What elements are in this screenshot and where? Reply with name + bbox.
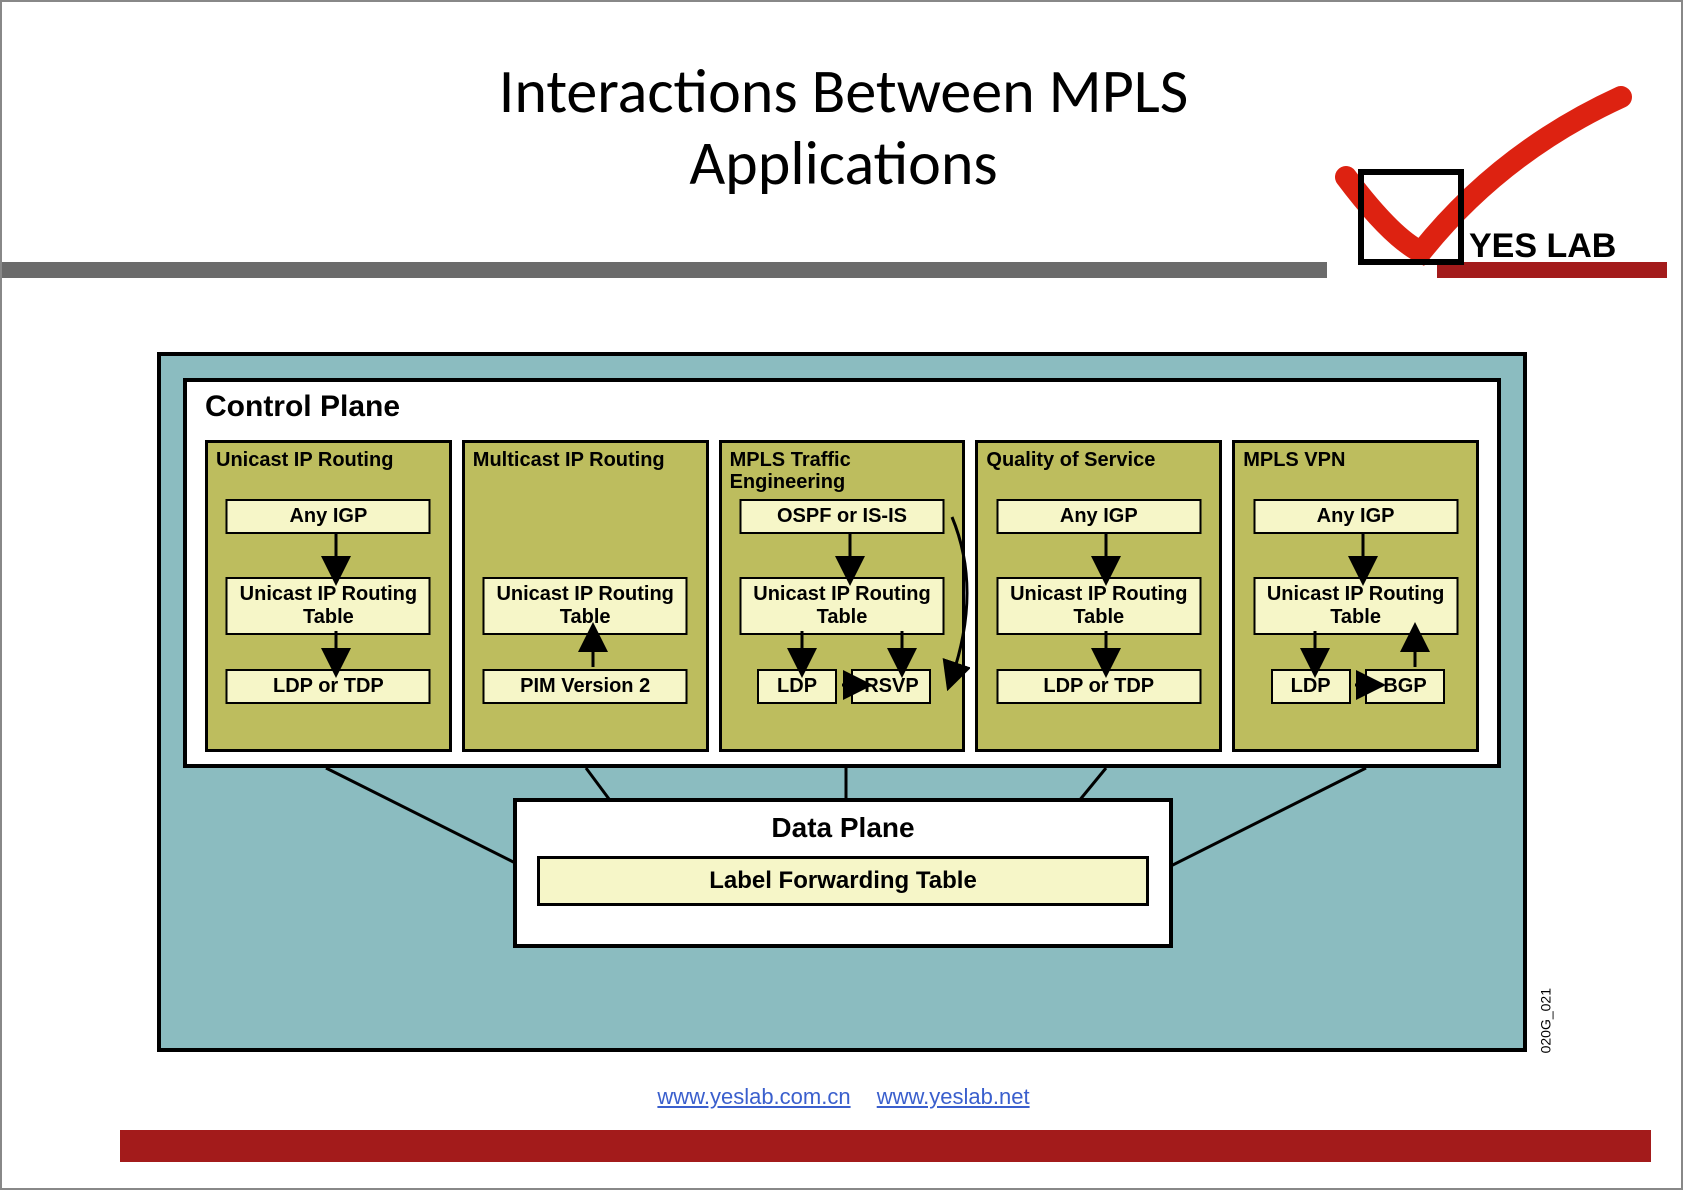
col-unicast-ip-routing: Unicast IP Routing Any IGP Unicast IP Ro… — [205, 440, 452, 752]
col-qos: Quality of Service Any IGP Unicast IP Ro… — [975, 440, 1222, 752]
col-title: MPLS Traffic Engineering — [730, 449, 955, 499]
box-ldp: LDP — [757, 669, 837, 704]
title-underline-gray — [2, 262, 1327, 278]
footer-links: www.yeslab.com.cn www.yeslab.net — [2, 1084, 1683, 1110]
yeslab-logo: YES LAB — [1301, 82, 1641, 272]
box-routing-table: Unicast IP Routing Table — [996, 577, 1201, 635]
control-plane-title: Control Plane — [205, 390, 400, 424]
col-mpls-vpn: MPLS VPN Any IGP Unicast IP Routing Tabl… — [1232, 440, 1479, 752]
box-routing-table: Unicast IP Routing Table — [483, 577, 688, 635]
slide: Interactions Between MPLS Applications Y… — [0, 0, 1683, 1190]
box-ospf-or-isis: OSPF or IS-IS — [739, 499, 944, 534]
box-routing-table: Unicast IP Routing Table — [739, 577, 944, 635]
box-routing-table: Unicast IP Routing Table — [226, 577, 431, 635]
box-routing-table: Unicast IP Routing Table — [1253, 577, 1458, 635]
footer-red-bar — [120, 1130, 1651, 1162]
box-rsvp: RSVP — [851, 669, 931, 704]
box-ldp-or-tdp: LDP or TDP — [226, 669, 431, 704]
col-title: MPLS VPN — [1243, 449, 1468, 499]
control-plane-columns: Unicast IP Routing Any IGP Unicast IP Ro… — [205, 440, 1479, 752]
footer-link-1[interactable]: www.yeslab.com.cn — [657, 1084, 850, 1109]
col-title: Multicast IP Routing — [473, 449, 698, 499]
image-reference-id: 020G_021 — [1537, 988, 1553, 1053]
control-plane-box: Control Plane Unicast IP Routing Any IGP… — [183, 378, 1501, 768]
diagram-container: Control Plane Unicast IP Routing Any IGP… — [157, 352, 1527, 1052]
box-pim-v2: PIM Version 2 — [483, 669, 688, 704]
title-line-1: Interactions Between MPLS — [499, 53, 1189, 129]
col-mpls-te: MPLS Traffic Engineering OSPF or IS-IS U… — [719, 440, 966, 752]
data-plane-title: Data Plane — [517, 812, 1169, 844]
box-ldp: LDP — [1271, 669, 1351, 704]
col-title: Quality of Service — [986, 449, 1211, 499]
data-plane-box: Data Plane Label Forwarding Table — [513, 798, 1173, 948]
logo-text: YES LAB — [1469, 227, 1616, 265]
box-ldp-or-tdp: LDP or TDP — [996, 669, 1201, 704]
footer-link-2[interactable]: www.yeslab.net — [877, 1084, 1030, 1109]
col-multicast-ip-routing: Multicast IP Routing Unicast IP Routing … — [462, 440, 709, 752]
box-any-igp: Any IGP — [1253, 499, 1458, 534]
box-bgp: BGP — [1365, 669, 1445, 704]
box-any-igp: Any IGP — [996, 499, 1201, 534]
label-forwarding-table: Label Forwarding Table — [537, 856, 1149, 906]
box-any-igp: Any IGP — [226, 499, 431, 534]
col-title: Unicast IP Routing — [216, 449, 441, 499]
